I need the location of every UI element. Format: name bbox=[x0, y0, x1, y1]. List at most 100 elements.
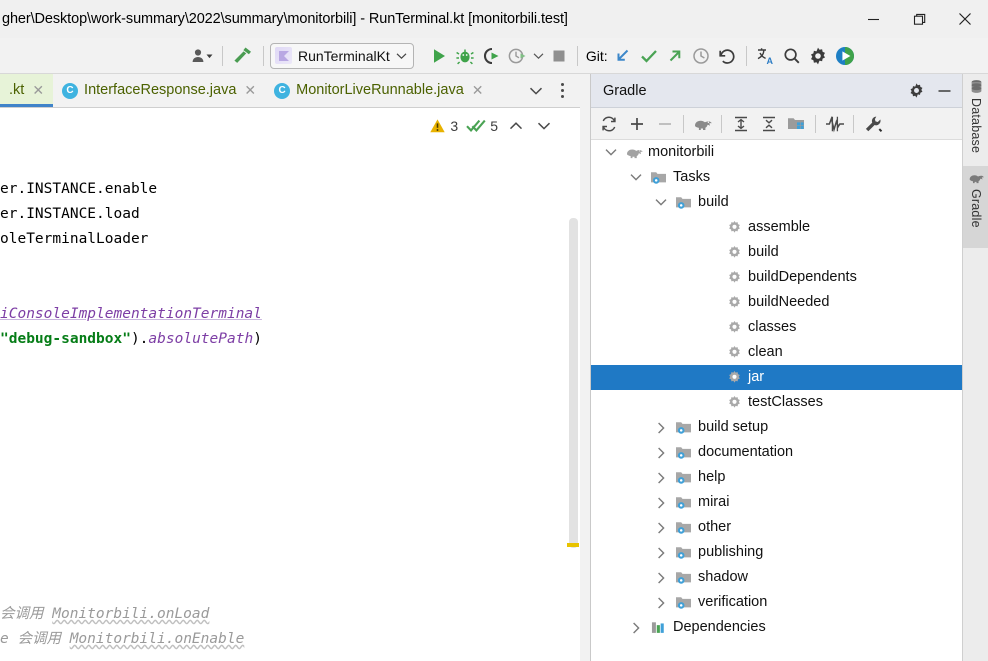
previous-highlight-button[interactable] bbox=[504, 114, 528, 138]
gradle-task-tree[interactable]: monitorbili Tasks build assemble build buildD… bbox=[591, 140, 962, 661]
gradle-tree-row[interactable]: help bbox=[591, 465, 962, 490]
gradle-tree-row[interactable]: classes bbox=[591, 315, 962, 340]
gradle-tree-row[interactable]: clean bbox=[591, 340, 962, 365]
gradle-toolbar bbox=[591, 108, 962, 140]
kotlin-file-icon bbox=[275, 47, 292, 64]
search-everywhere-button[interactable] bbox=[779, 43, 805, 69]
gradle-tree-row[interactable]: build bbox=[591, 240, 962, 265]
chevron-right-icon[interactable] bbox=[649, 440, 673, 465]
collapse-all-button[interactable] bbox=[755, 111, 782, 137]
editor-options-button[interactable] bbox=[550, 79, 574, 103]
gradle-tree-label: Tasks bbox=[673, 169, 711, 185]
gradle-tree-row[interactable]: verification bbox=[591, 590, 962, 615]
gradle-tree-row[interactable]: jar bbox=[591, 365, 962, 390]
warning-count-group[interactable]: 3 bbox=[427, 118, 460, 134]
gradle-tree-row[interactable]: publishing bbox=[591, 540, 962, 565]
translate-button[interactable]: A bbox=[753, 43, 779, 69]
link-gradle-project-button[interactable] bbox=[623, 111, 650, 137]
group-modules-button[interactable] bbox=[783, 111, 810, 137]
push-button[interactable] bbox=[662, 43, 688, 69]
gear-task-icon bbox=[723, 315, 745, 340]
run-button[interactable] bbox=[426, 43, 452, 69]
gradle-tree-row[interactable]: other bbox=[591, 515, 962, 540]
code-text[interactable]: er.INSTANCE.enable er.INSTANCE.load oleTer… bbox=[0, 152, 560, 652]
gradle-settings-button[interactable] bbox=[904, 79, 928, 103]
scrollbar-thumb[interactable] bbox=[569, 218, 578, 548]
gradle-tree-row[interactable]: buildDependents bbox=[591, 265, 962, 290]
close-icon[interactable]: ✕ bbox=[32, 82, 44, 99]
build-hammer-icon[interactable] bbox=[229, 43, 257, 69]
execute-gradle-task-button[interactable] bbox=[689, 111, 716, 137]
expand-all-button[interactable] bbox=[727, 111, 754, 137]
chevron-down-icon[interactable] bbox=[396, 52, 407, 60]
window-controls bbox=[850, 0, 988, 38]
run-with-coverage-button[interactable] bbox=[478, 43, 504, 69]
user-avatar-icon[interactable] bbox=[188, 43, 216, 69]
minimize-button[interactable] bbox=[850, 0, 896, 38]
gradle-tree-row[interactable]: documentation bbox=[591, 440, 962, 465]
check-count-group[interactable]: 5 bbox=[464, 118, 500, 134]
chevron-right-icon[interactable] bbox=[649, 465, 673, 490]
chevron-right-icon[interactable] bbox=[649, 590, 673, 615]
chevron-right-icon[interactable] bbox=[649, 565, 673, 590]
settings-button[interactable] bbox=[805, 43, 831, 69]
maximize-restore-button[interactable] bbox=[896, 0, 942, 38]
chevron-down-icon[interactable] bbox=[530, 43, 547, 69]
chevron-right-icon[interactable] bbox=[649, 540, 673, 565]
close-button[interactable] bbox=[942, 0, 988, 38]
gradle-tree-row[interactable]: build setup bbox=[591, 415, 962, 440]
stop-button[interactable] bbox=[547, 43, 571, 69]
chevron-right-icon[interactable] bbox=[649, 490, 673, 515]
warning-marker[interactable] bbox=[567, 543, 579, 547]
gradle-tree-row[interactable]: Tasks bbox=[591, 165, 962, 190]
detach-external-project-button[interactable] bbox=[651, 111, 678, 137]
editor-tab-runterminal[interactable]: .kt ✕ bbox=[0, 74, 54, 107]
close-icon[interactable]: ✕ bbox=[472, 82, 484, 99]
gradle-tree-row[interactable]: Dependencies bbox=[591, 615, 962, 640]
stripe-button-database[interactable]: Database bbox=[963, 74, 988, 166]
profiler-button[interactable] bbox=[504, 43, 530, 69]
gradle-tree-row[interactable]: testClasses bbox=[591, 390, 962, 415]
code-token: ). bbox=[130, 331, 149, 347]
gradle-tree-row[interactable]: build bbox=[591, 190, 962, 215]
history-button[interactable] bbox=[688, 43, 714, 69]
task-folder-icon bbox=[673, 415, 695, 440]
chevron-right-icon[interactable] bbox=[649, 415, 673, 440]
close-icon[interactable]: ✕ bbox=[244, 82, 256, 99]
editor-tab-monitorliverunnable[interactable]: C MonitorLiveRunnable.java ✕ bbox=[265, 74, 492, 107]
editor-scrollbar[interactable] bbox=[566, 108, 580, 661]
show-hidden-tabs-button[interactable] bbox=[524, 79, 548, 103]
chevron-right-icon[interactable] bbox=[624, 615, 648, 640]
chevron-right-icon[interactable] bbox=[649, 515, 673, 540]
refresh-all-gradle-projects-button[interactable] bbox=[595, 111, 622, 137]
gradle-tree-row[interactable]: mirai bbox=[591, 490, 962, 515]
editor-tab-actions bbox=[524, 74, 580, 107]
run-anything-button[interactable] bbox=[831, 43, 859, 69]
chevron-down-icon[interactable] bbox=[649, 190, 673, 215]
gradle-tree-label: publishing bbox=[698, 544, 764, 560]
gradle-build-tool-settings-button[interactable] bbox=[859, 111, 886, 137]
gradle-tree-row[interactable]: assemble bbox=[591, 215, 962, 240]
hide-tool-window-button[interactable] bbox=[932, 79, 956, 103]
gradle-tree-row[interactable]: buildNeeded bbox=[591, 290, 962, 315]
gradle-tree-label: testClasses bbox=[748, 394, 823, 410]
update-project-button[interactable] bbox=[610, 43, 636, 69]
chevron-down-icon[interactable] bbox=[624, 165, 648, 190]
gradle-tree-row[interactable]: monitorbili bbox=[591, 140, 962, 165]
run-configuration-selector[interactable]: RunTerminalKt bbox=[270, 42, 414, 69]
commit-button[interactable] bbox=[636, 43, 662, 69]
gradle-tree-row[interactable]: shadow bbox=[591, 565, 962, 590]
code-editor[interactable]: 3 5 er.INSTANCE.enable er.INSTANCE.load ol… bbox=[0, 108, 580, 661]
debug-button[interactable] bbox=[452, 43, 478, 69]
next-highlight-button[interactable] bbox=[532, 114, 556, 138]
chevron-down-icon[interactable] bbox=[599, 140, 623, 165]
editor-tab-interfaceresponse[interactable]: C InterfaceResponse.java ✕ bbox=[53, 74, 265, 107]
code-token: iConsoleImplementationTerminal bbox=[0, 306, 262, 322]
stripe-button-gradle[interactable]: Gradle bbox=[963, 166, 988, 248]
toggle-offline-mode-button[interactable] bbox=[821, 111, 848, 137]
rollback-button[interactable] bbox=[714, 43, 740, 69]
